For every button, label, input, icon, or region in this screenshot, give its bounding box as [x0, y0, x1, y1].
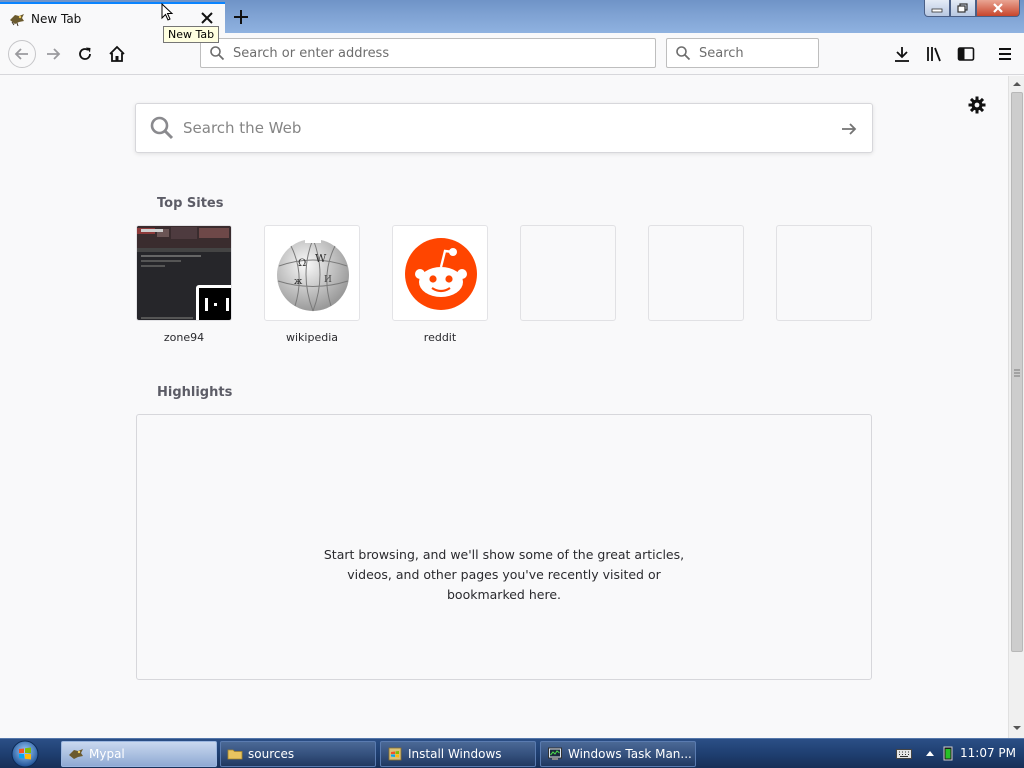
- minimize-icon: [931, 8, 943, 13]
- search-input[interactable]: [699, 45, 818, 61]
- library-icon: [927, 47, 941, 62]
- top-site-tile-wikipedia[interactable]: Ω W ж И: [264, 225, 360, 321]
- sidebar-button[interactable]: [955, 43, 977, 65]
- taskbar-item-label: Windows Task Man...: [568, 747, 692, 761]
- highlights-empty-state: Start browsing, and we'll show some of t…: [136, 414, 872, 680]
- back-button[interactable]: [8, 40, 36, 68]
- search-icon: [210, 46, 225, 61]
- address-bar[interactable]: [200, 38, 656, 68]
- keyboard-icon[interactable]: [896, 748, 912, 760]
- taskbar-item-label: Mypal: [89, 747, 125, 761]
- download-icon: [895, 47, 909, 62]
- library-button[interactable]: [923, 43, 945, 65]
- web-search-input[interactable]: [183, 119, 803, 137]
- new-tab-plus-icon[interactable]: [231, 7, 251, 27]
- web-search-box[interactable]: [135, 103, 873, 153]
- highlights-message: Start browsing, and we'll show some of t…: [137, 545, 871, 605]
- mypal-favicon-icon: [10, 13, 24, 26]
- taskbar-item-label: sources: [248, 747, 295, 761]
- window-controls: [924, 0, 1020, 17]
- reddit-logo-icon: [405, 238, 477, 310]
- navigation-toolbar: [0, 33, 1024, 75]
- new-tab-page: Top Sites zone94: [0, 76, 1008, 738]
- search-bar[interactable]: [666, 38, 819, 68]
- sidebar-icon: [957, 47, 975, 61]
- top-site-label: zone94: [163, 331, 205, 344]
- taskbar-item-sources[interactable]: sources: [220, 741, 376, 767]
- hamburger-menu-icon: [999, 48, 1011, 60]
- windows-taskbar: Mypal sources Install Windows Windows Ta…: [0, 738, 1024, 768]
- grip-icon: [1014, 369, 1020, 377]
- title-bar: New Tab: [0, 0, 1024, 33]
- vertical-scrollbar[interactable]: [1008, 76, 1024, 738]
- mouse-cursor-icon: [161, 3, 174, 21]
- menu-button[interactable]: [994, 43, 1016, 65]
- top-site-empty-slot: [648, 225, 744, 321]
- top-site-tile-zone94[interactable]: [136, 225, 232, 321]
- system-clock[interactable]: 11:07 PM: [960, 746, 1016, 760]
- forward-button[interactable]: [42, 43, 64, 65]
- downloads-button[interactable]: [891, 43, 913, 65]
- top-sites-heading: Top Sites: [157, 196, 224, 211]
- forward-arrow-icon: [47, 48, 61, 60]
- zone94-favicon-icon: [196, 285, 231, 320]
- close-window-icon: [993, 3, 1003, 13]
- svg-text:Ω: Ω: [298, 258, 306, 269]
- taskbar-item-install-windows[interactable]: Install Windows: [380, 741, 536, 767]
- task-manager-icon: [548, 747, 562, 760]
- highlights-message-line: Start browsing, and we'll show some of t…: [323, 547, 685, 562]
- show-hidden-icons-icon[interactable]: [925, 749, 935, 757]
- top-site-empty-slot: [776, 225, 872, 321]
- folder-icon: [227, 749, 243, 760]
- svg-text:ж: ж: [294, 277, 303, 287]
- reload-button[interactable]: [74, 43, 96, 65]
- top-site-label: wikipedia: [285, 331, 338, 344]
- restore-icon: [957, 3, 968, 13]
- arrow-right-icon[interactable]: [840, 120, 858, 138]
- search-icon: [676, 46, 691, 61]
- taskbar-item-task-manager[interactable]: Windows Task Man...: [540, 741, 696, 767]
- home-icon: [109, 45, 125, 62]
- close-window-button[interactable]: [976, 0, 1020, 17]
- top-site-tile-reddit[interactable]: [392, 225, 488, 321]
- address-input[interactable]: [233, 45, 655, 61]
- close-tab-icon[interactable]: [199, 10, 215, 26]
- search-icon: [150, 116, 174, 140]
- reload-icon: [79, 47, 91, 60]
- setup-icon: [388, 747, 402, 761]
- wikipedia-globe-icon: Ω W ж И: [277, 237, 349, 312]
- highlights-message-line: videos, and other pages you've recently …: [347, 567, 661, 582]
- minimize-button[interactable]: [924, 0, 950, 17]
- svg-text:И: И: [324, 275, 332, 285]
- top-site-empty-slot: [520, 225, 616, 321]
- mypal-icon: [69, 749, 83, 759]
- taskbar-item-mypal[interactable]: Mypal: [61, 741, 217, 767]
- tab-title: New Tab: [31, 11, 82, 26]
- tab-tooltip: New Tab: [163, 26, 220, 43]
- scroll-down-arrow-icon[interactable]: [1009, 722, 1024, 734]
- windows-start-orb-icon[interactable]: [6, 739, 44, 768]
- gear-icon[interactable]: [967, 95, 987, 115]
- top-site-label: reddit: [423, 331, 457, 344]
- back-arrow-icon: [14, 48, 28, 60]
- scroll-thumb[interactable]: [1011, 92, 1023, 652]
- home-button[interactable]: [106, 43, 128, 65]
- svg-text:W: W: [315, 252, 327, 265]
- highlights-message-line: bookmarked here.: [447, 587, 561, 602]
- battery-icon[interactable]: [943, 746, 953, 761]
- scroll-up-arrow-icon[interactable]: [1009, 78, 1024, 90]
- restore-button[interactable]: [950, 0, 976, 17]
- taskbar-item-label: Install Windows: [408, 747, 502, 761]
- highlights-heading: Highlights: [157, 385, 233, 400]
